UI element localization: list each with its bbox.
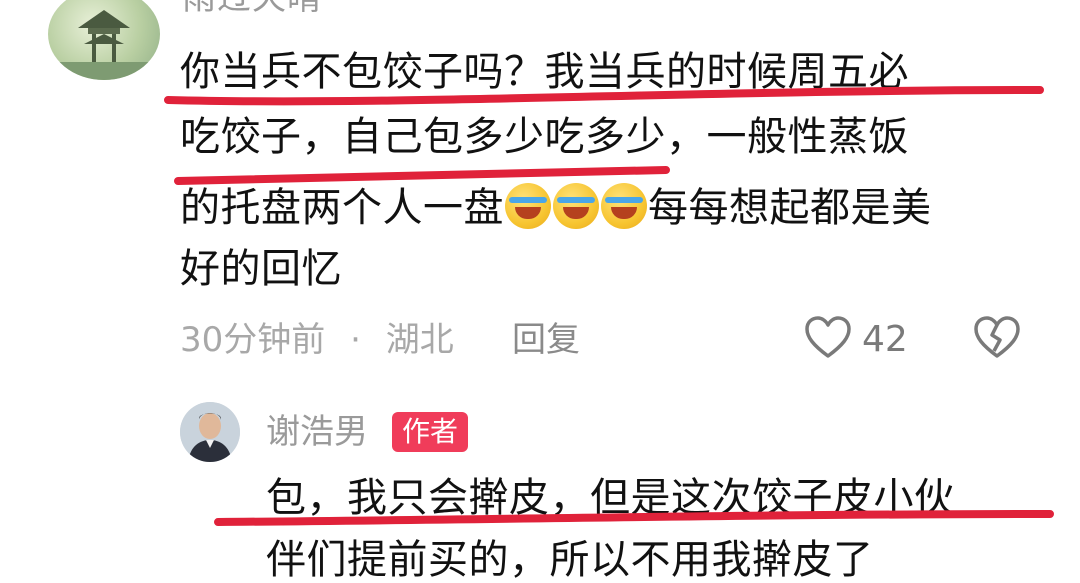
laughing-crying-emoji-icon — [601, 183, 647, 229]
meta-separator: · — [350, 320, 361, 360]
comment-text-segment: 的托盘两个人一盘 — [180, 185, 504, 231]
comment-text-line: 你当兵不包饺子吗？我当兵的时候周五必 — [180, 49, 909, 95]
heart-icon[interactable] — [803, 313, 853, 363]
comment-time: 30分钟前 — [180, 320, 326, 360]
laughing-crying-emoji-icon — [553, 183, 599, 229]
underline-stroke — [174, 166, 670, 185]
comment-text-line: 吃饺子，自己包多少吃多少，一般性蒸饭 — [180, 114, 909, 160]
comment-meta: 30分钟前 · 湖北 — [180, 320, 454, 360]
comment-text-line: 的托盘两个人一盘 每每想起都是美 — [180, 183, 1060, 229]
laughing-crying-emoji-icon — [505, 183, 551, 229]
author-avatar[interactable] — [180, 402, 240, 462]
comment-text-line: 伴们提前买的，所以不用我擀皮了 — [266, 537, 874, 583]
user-avatar[interactable] — [48, 0, 160, 80]
comment-text-line: 包，我只会擀皮，但是这次饺子皮小伙 — [266, 475, 955, 521]
author-username[interactable]: 谢浩男 — [266, 412, 368, 452]
author-badge: 作者 — [392, 412, 469, 452]
comment-text-segment: 每每想起都是美 — [648, 185, 932, 231]
comment-text-line: 好的回忆 — [180, 246, 342, 292]
reply-button[interactable]: 回复 — [512, 320, 580, 360]
username[interactable]: 雨过天晴 — [182, 0, 322, 18]
like-count: 42 — [862, 319, 908, 360]
comment-location: 湖北 — [385, 320, 454, 360]
broken-heart-icon[interactable] — [972, 313, 1022, 363]
